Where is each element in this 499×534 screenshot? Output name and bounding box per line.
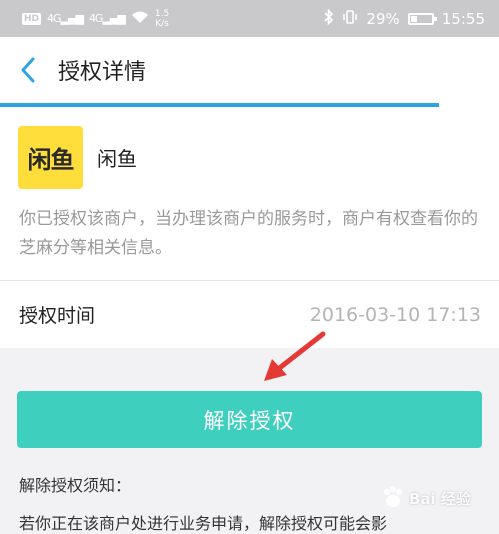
- signal-label-2: 4G: [88, 12, 103, 25]
- signal-label-1: 4G: [47, 12, 61, 25]
- tips-body: 若你正在该商户处进行业务申请，解除授权可能会影: [19, 514, 388, 533]
- authorization-card: 闲鱼 闲鱼 你已授权该商户，当办理该商户的服务时，商户有权查看你的芝麻分等相关信…: [0, 107, 499, 348]
- nav-bar: 授权详情: [0, 37, 499, 103]
- revoke-authorization-button[interactable]: 解除授权: [17, 391, 482, 448]
- annotation-arrow-icon: [264, 331, 326, 381]
- auth-time-value: 2016-03-10 17:13: [309, 303, 481, 326]
- auth-time-label: 授权时间: [19, 305, 96, 327]
- status-time: 15:55: [441, 9, 485, 28]
- back-button[interactable]: [0, 57, 56, 83]
- authorization-notice: 你已授权该商户，当办理该商户的服务时，商户有权查看你的芝麻分等相关信息。: [19, 209, 478, 258]
- page-title: 授权详情: [58, 60, 147, 85]
- speed-unit: K/s: [155, 18, 169, 29]
- watermark-text: Bai 经验: [409, 489, 471, 508]
- status-left: HD 4G▂▄▆ 4G▂▄▆ 1.5 K/s: [22, 9, 169, 29]
- watermark: Bai 经验: [380, 472, 492, 524]
- battery-icon: [407, 12, 437, 25]
- wifi-icon: [131, 10, 149, 28]
- merchant-info: 闲鱼 闲鱼: [18, 126, 137, 189]
- vibrate-icon: [342, 9, 358, 29]
- merchant-name: 闲鱼: [97, 147, 137, 171]
- status-right: 29% 15:55: [324, 8, 485, 29]
- battery-percent: 29%: [366, 9, 400, 28]
- hd-badge: HD: [22, 12, 42, 25]
- battery-fill: [410, 15, 417, 22]
- auth-time-row: 授权时间 2016-03-10 17:13: [19, 281, 481, 348]
- network-speed: 1.5 K/s: [155, 9, 169, 29]
- merchant-logo: 闲鱼: [18, 126, 83, 189]
- status-bar: HD 4G▂▄▆ 4G▂▄▆ 1.5 K/s 29% 15:55: [0, 0, 499, 37]
- tips-title: 解除授权须知：: [19, 476, 132, 495]
- signal-icon-2: 4G▂▄▆: [88, 12, 126, 25]
- bluetooth-icon: [324, 8, 334, 29]
- speed-value: 1.5: [154, 8, 170, 19]
- signal-icon-1: 4G▂▄▆: [47, 12, 84, 25]
- paw-icon: [384, 486, 402, 507]
- chevron-left-icon: [21, 57, 35, 83]
